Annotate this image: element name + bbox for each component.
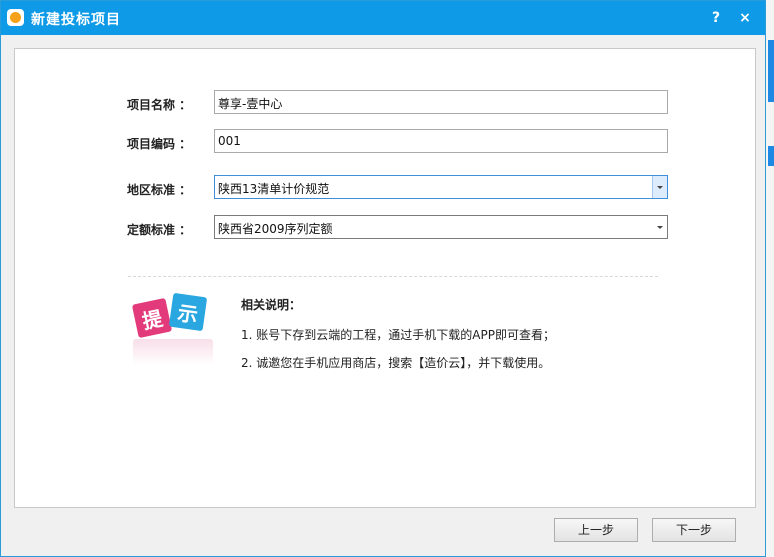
- close-button[interactable]: ×: [734, 7, 756, 29]
- hint-reflection: [133, 339, 213, 365]
- background-accent: [768, 40, 774, 102]
- dialog-title: 新建投标项目: [31, 12, 121, 28]
- help-button[interactable]: ?: [705, 7, 727, 29]
- background-accent: [768, 146, 774, 166]
- region-standard-label: 地区标准 ：: [127, 183, 192, 197]
- hint-tile-2: 示: [168, 292, 208, 332]
- quota-standard-value: 陕西省2009序列定额: [218, 222, 333, 236]
- previous-step-button[interactable]: 上一步: [554, 518, 638, 542]
- next-step-button[interactable]: 下一步: [652, 518, 736, 542]
- hint-item: 2. 诚邀您在手机应用商店，搜索【造价云】，并下载使用。: [241, 356, 551, 370]
- hint-title: 相关说明：: [241, 298, 302, 312]
- quota-standard-select[interactable]: 陕西省2009序列定额: [214, 215, 668, 239]
- app-logo-icon: [7, 9, 24, 26]
- region-standard-select[interactable]: 陕西13清单计价规范: [214, 175, 668, 199]
- project-name-label: 项目名称 ：: [127, 98, 192, 112]
- hint-item: 1. 账号下存到云端的工程，通过手机下载的APP即可查看；: [241, 328, 555, 342]
- project-name-input[interactable]: 尊享-壹中心: [214, 90, 668, 114]
- region-standard-value: 陕西13清单计价规范: [218, 182, 330, 196]
- hint-tile-1: 提: [131, 297, 173, 339]
- new-bid-project-dialog: 新建投标项目 ? × 项目名称 ： 尊享-壹中心 项目编码 ： 001 地区标准…: [0, 0, 766, 557]
- project-code-label: 项目编码 ：: [127, 137, 192, 151]
- dialog-titlebar: 新建投标项目 ? ×: [1, 1, 765, 35]
- background-window-strip: [766, 0, 774, 557]
- content-panel: 项目名称 ： 尊享-壹中心 项目编码 ： 001 地区标准 ： 陕西13清单计价…: [14, 48, 756, 508]
- divider: [128, 276, 658, 277]
- hint-badge-icon: 提 示: [131, 292, 213, 371]
- chevron-down-icon[interactable]: [652, 176, 667, 198]
- quota-standard-label: 定额标准 ：: [127, 223, 192, 237]
- project-code-input[interactable]: 001: [214, 129, 668, 153]
- chevron-down-icon[interactable]: [652, 216, 667, 238]
